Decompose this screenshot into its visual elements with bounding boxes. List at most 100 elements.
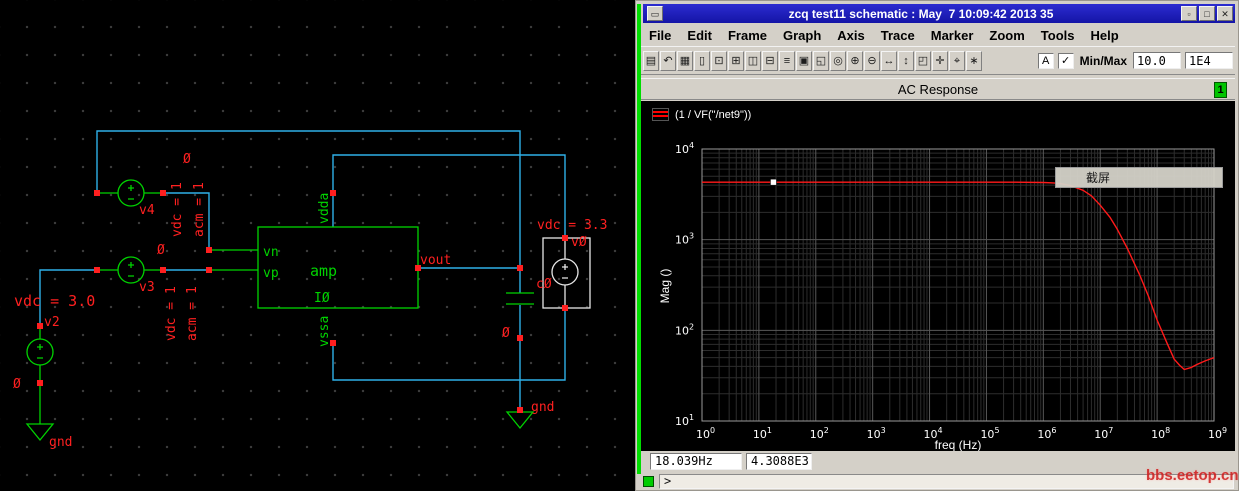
pan-icon[interactable]: ✛ bbox=[932, 50, 948, 71]
toolbar: ▤ ↶ ▦ ▯ ⊡ ⊞ ◫ ⊟ ≡ ▣ ◱ ◎ ⊕ ⊖ ↔ ↕ ◰ ✛ ⌖ ∗ A ✓ Min/Max bbox=[641, 46, 1235, 75]
vout-net-label: vout bbox=[420, 253, 451, 268]
v4-vdc-label: vdc = 1 bbox=[170, 182, 185, 237]
minimize-button[interactable]: ▫ bbox=[1181, 6, 1197, 21]
schematic-panel[interactable]: vdc = 3.0 v2 Ø gnd v4 v3 vdc = 1 acm = 1… bbox=[0, 0, 635, 491]
c0-capacitor[interactable] bbox=[506, 292, 534, 305]
close-button[interactable]: ✕ bbox=[1217, 6, 1233, 21]
plot-canvas[interactable]: 100 101 102 103 104 105 106 107 108 1091011021031… bbox=[640, 101, 1237, 453]
svg-text:104: 104 bbox=[675, 141, 694, 156]
zoom-x-icon[interactable]: ↔ bbox=[881, 50, 897, 71]
trace-marker[interactable] bbox=[770, 178, 777, 186]
copy-window-icon[interactable]: ⊞ bbox=[728, 50, 744, 71]
cap-name-label: cØ bbox=[536, 277, 552, 292]
graph-number-badge[interactable]: 1 bbox=[1214, 82, 1227, 98]
split-vertical-icon[interactable]: ⊟ bbox=[762, 50, 778, 71]
toolbar-icons: ▤ ↶ ▦ ▯ ⊡ ⊞ ◫ ⊟ ≡ ▣ ◱ ◎ ⊕ ⊖ ↔ ↕ ◰ ✛ ⌖ ∗ bbox=[643, 50, 983, 71]
menu-axis[interactable]: Axis bbox=[829, 26, 872, 45]
v4-zero-label: Ø bbox=[183, 152, 191, 167]
menu-marker[interactable]: Marker bbox=[923, 26, 982, 45]
strip-chart-icon[interactable]: ≡ bbox=[779, 50, 795, 71]
window-menu-button[interactable]: ▭ bbox=[647, 6, 663, 21]
zoom-fit-icon[interactable]: ◰ bbox=[915, 50, 931, 71]
minmax-label: Min/Max bbox=[1079, 53, 1127, 68]
split-horizontal-icon[interactable]: ◫ bbox=[745, 50, 761, 71]
v3-acm-label: acm = 1 bbox=[185, 286, 200, 341]
gnd-right-label: gnd bbox=[531, 400, 554, 415]
axis-label-toggle[interactable]: A bbox=[1037, 52, 1054, 69]
v2-source[interactable] bbox=[26, 326, 54, 424]
menu-help[interactable]: Help bbox=[1082, 26, 1126, 45]
zoom-out-icon[interactable]: ⊖ bbox=[864, 50, 880, 71]
v4-acm-label: acm = 1 bbox=[192, 182, 207, 237]
zoom-y-icon[interactable]: ↕ bbox=[898, 50, 914, 71]
maximize-button[interactable]: □ bbox=[1199, 6, 1215, 21]
v4-name-label: v4 bbox=[139, 203, 155, 218]
grid-icon[interactable]: ▦ bbox=[677, 50, 693, 71]
amp-name-label: amp bbox=[310, 262, 337, 280]
schematic-canvas[interactable]: vdc = 3.0 v2 Ø gnd v4 v3 vdc = 1 acm = 1… bbox=[0, 0, 635, 491]
screen-capture-tooltip: 截屏 bbox=[1055, 167, 1223, 188]
print-icon[interactable]: ▤ bbox=[643, 50, 659, 71]
amp-vssa-pin-label: vssa bbox=[317, 316, 332, 347]
zoom-in-icon[interactable]: ⊕ bbox=[847, 50, 863, 71]
v2-value-label: vdc = 3.0 bbox=[14, 292, 95, 310]
active-window-strip bbox=[637, 4, 641, 474]
graph-header: AC Response 1 bbox=[641, 78, 1235, 100]
schematic-wires[interactable] bbox=[39, 130, 566, 412]
plot-grid bbox=[701, 148, 1215, 422]
v2-zero-label: Ø bbox=[13, 377, 21, 392]
menu-graph[interactable]: Graph bbox=[775, 26, 829, 45]
graph-title: AC Response bbox=[897, 82, 979, 97]
svg-text:103: 103 bbox=[675, 232, 694, 247]
y-axis-label: Mag () bbox=[658, 268, 672, 304]
pages-icon[interactable]: ⊡ bbox=[711, 50, 727, 71]
v3-zero-label: Ø bbox=[157, 243, 165, 258]
menu-file[interactable]: File bbox=[641, 26, 679, 45]
plot-frame bbox=[701, 148, 1215, 422]
amp-vp-pin-label: vp bbox=[263, 266, 279, 281]
v0-value-label: vdc = 3.3 bbox=[537, 218, 607, 233]
amp-vn-pin-label: vn bbox=[263, 245, 279, 260]
v2-name-label: v2 bbox=[44, 315, 60, 330]
overlay-icon[interactable]: ▣ bbox=[796, 50, 812, 71]
title-bar[interactable]: ▭ zcq test11 schematic : May 7 10:09:42 … bbox=[643, 4, 1235, 23]
amp-instance-label: IØ bbox=[314, 291, 330, 306]
command-status-indicator bbox=[643, 476, 654, 487]
menu-zoom[interactable]: Zoom bbox=[981, 26, 1032, 45]
marker-x-readout: 18.039Hz bbox=[650, 453, 742, 470]
page-icon[interactable]: ▯ bbox=[694, 50, 710, 71]
menu-trace[interactable]: Trace bbox=[873, 26, 923, 45]
menu-edit[interactable]: Edit bbox=[679, 26, 720, 45]
v3-vdc-label: vdc = 1 bbox=[164, 286, 179, 341]
legend[interactable]: (1 / VF("/net9")) bbox=[652, 108, 751, 121]
smith-chart-icon[interactable]: ◎ bbox=[830, 50, 846, 71]
toolbar-right-cluster: A ✓ Min/Max bbox=[1037, 52, 1233, 69]
legend-trace-swatch bbox=[652, 108, 669, 121]
menu-tools[interactable]: Tools bbox=[1033, 26, 1083, 45]
menu-frame[interactable]: Frame bbox=[720, 26, 775, 45]
watermark: bbs.eetop.cn bbox=[1146, 467, 1239, 484]
v0-name-label: vØ bbox=[571, 235, 587, 250]
gnd-left-label: gnd bbox=[49, 435, 72, 450]
svg-text:102: 102 bbox=[675, 322, 694, 337]
screen: vdc = 3.0 v2 Ø gnd v4 v3 vdc = 1 acm = 1… bbox=[0, 0, 1239, 491]
undo-icon[interactable]: ↶ bbox=[660, 50, 676, 71]
min-value-input[interactable] bbox=[1133, 52, 1181, 69]
amp-vdda-pin-label: vdda bbox=[317, 193, 332, 224]
max-value-input[interactable] bbox=[1185, 52, 1233, 69]
v3-name-label: v3 bbox=[139, 280, 155, 295]
x-axis-label: freq (Hz) bbox=[934, 438, 982, 452]
apply-check-button[interactable]: ✓ bbox=[1057, 52, 1074, 69]
svg-text:101: 101 bbox=[675, 413, 694, 428]
legend-trace-label: (1 / VF("/net9")) bbox=[675, 108, 752, 121]
plot-area[interactable]: (1 / VF("/net9")) 100 101 102 103 104 105 106 1… bbox=[640, 101, 1237, 453]
window-title: zcq test11 schematic : May 7 10:09:42 20… bbox=[788, 6, 1054, 21]
cap-zero-label: Ø bbox=[502, 326, 510, 341]
point-marker-icon[interactable]: ∗ bbox=[966, 50, 982, 71]
menu-bar: File Edit Frame Graph Axis Trace Marker Zoom Too… bbox=[641, 25, 1235, 45]
gnd-symbol-right[interactable] bbox=[505, 411, 535, 430]
subwindow-icon[interactable]: ◱ bbox=[813, 50, 829, 71]
marker-y-readout: 4.3088E3 bbox=[746, 453, 812, 470]
crosshair-icon[interactable]: ⌖ bbox=[949, 50, 965, 71]
waveform-window: ▭ zcq test11 schematic : May 7 10:09:42 … bbox=[635, 0, 1239, 491]
